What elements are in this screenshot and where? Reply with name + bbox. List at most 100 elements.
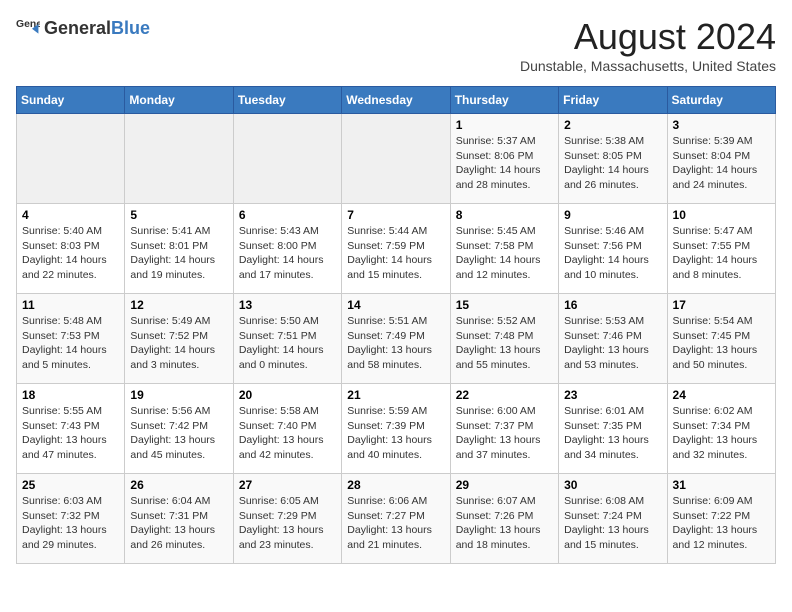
day-number: 5	[130, 208, 227, 222]
day-info: Sunrise: 5:49 AM Sunset: 7:52 PM Dayligh…	[130, 314, 227, 373]
day-info: Sunrise: 5:59 AM Sunset: 7:39 PM Dayligh…	[347, 404, 444, 463]
day-number: 20	[239, 388, 336, 402]
calendar-cell: 27 Sunrise: 6:05 AM Sunset: 7:29 PM Dayli…	[233, 474, 341, 564]
day-info: Sunrise: 5:44 AM Sunset: 7:59 PM Dayligh…	[347, 224, 444, 283]
day-info: Sunrise: 5:37 AM Sunset: 8:06 PM Dayligh…	[456, 134, 553, 193]
calendar-cell: 7 Sunrise: 5:44 AM Sunset: 7:59 PM Daylig…	[342, 204, 450, 294]
day-info: Sunrise: 6:09 AM Sunset: 7:22 PM Dayligh…	[673, 494, 770, 553]
day-info: Sunrise: 5:40 AM Sunset: 8:03 PM Dayligh…	[22, 224, 119, 283]
calendar-cell: 30 Sunrise: 6:08 AM Sunset: 7:24 PM Dayli…	[559, 474, 667, 564]
day-number: 28	[347, 478, 444, 492]
day-number: 14	[347, 298, 444, 312]
day-info: Sunrise: 5:50 AM Sunset: 7:51 PM Dayligh…	[239, 314, 336, 373]
day-number: 9	[564, 208, 661, 222]
day-info: Sunrise: 6:01 AM Sunset: 7:35 PM Dayligh…	[564, 404, 661, 463]
day-number: 12	[130, 298, 227, 312]
header-friday: Friday	[559, 87, 667, 114]
day-number: 26	[130, 478, 227, 492]
day-info: Sunrise: 5:51 AM Sunset: 7:49 PM Dayligh…	[347, 314, 444, 373]
calendar-cell: 4Sunrise: 5:40 AM Sunset: 8:03 PM Daylig…	[17, 204, 125, 294]
day-info: Sunrise: 5:45 AM Sunset: 7:58 PM Dayligh…	[456, 224, 553, 283]
day-number: 6	[239, 208, 336, 222]
calendar-cell: 17 Sunrise: 5:54 AM Sunset: 7:45 PM Dayli…	[667, 294, 775, 384]
calendar-cell: 31Sunrise: 6:09 AM Sunset: 7:22 PM Dayli…	[667, 474, 775, 564]
day-info: Sunrise: 6:04 AM Sunset: 7:31 PM Dayligh…	[130, 494, 227, 553]
day-info: Sunrise: 6:00 AM Sunset: 7:37 PM Dayligh…	[456, 404, 553, 463]
calendar-cell: 23 Sunrise: 6:01 AM Sunset: 7:35 PM Dayli…	[559, 384, 667, 474]
day-info: Sunrise: 5:48 AM Sunset: 7:53 PM Dayligh…	[22, 314, 119, 373]
day-number: 11	[22, 298, 119, 312]
day-info: Sunrise: 6:02 AM Sunset: 7:34 PM Dayligh…	[673, 404, 770, 463]
calendar-cell: 18Sunrise: 5:55 AM Sunset: 7:43 PM Dayli…	[17, 384, 125, 474]
calendar-cell: 19 Sunrise: 5:56 AM Sunset: 7:42 PM Dayli…	[125, 384, 233, 474]
day-number: 23	[564, 388, 661, 402]
calendar-cell: 15 Sunrise: 5:52 AM Sunset: 7:48 PM Dayli…	[450, 294, 558, 384]
day-number: 2	[564, 118, 661, 132]
calendar-cell: 12 Sunrise: 5:49 AM Sunset: 7:52 PM Dayli…	[125, 294, 233, 384]
day-info: Sunrise: 6:06 AM Sunset: 7:27 PM Dayligh…	[347, 494, 444, 553]
day-info: Sunrise: 5:46 AM Sunset: 7:56 PM Dayligh…	[564, 224, 661, 283]
day-number: 16	[564, 298, 661, 312]
day-number: 25	[22, 478, 119, 492]
calendar-cell: 24 Sunrise: 6:02 AM Sunset: 7:34 PM Dayli…	[667, 384, 775, 474]
header-saturday: Saturday	[667, 87, 775, 114]
day-number: 19	[130, 388, 227, 402]
day-info: Sunrise: 5:41 AM Sunset: 8:01 PM Dayligh…	[130, 224, 227, 283]
header-wednesday: Wednesday	[342, 87, 450, 114]
day-info: Sunrise: 5:54 AM Sunset: 7:45 PM Dayligh…	[673, 314, 770, 373]
day-info: Sunrise: 5:56 AM Sunset: 7:42 PM Dayligh…	[130, 404, 227, 463]
calendar-week-2: 4Sunrise: 5:40 AM Sunset: 8:03 PM Daylig…	[17, 204, 776, 294]
day-number: 27	[239, 478, 336, 492]
calendar-cell: 13 Sunrise: 5:50 AM Sunset: 7:51 PM Dayli…	[233, 294, 341, 384]
calendar-cell: 10 Sunrise: 5:47 AM Sunset: 7:55 PM Dayli…	[667, 204, 775, 294]
logo-general-text: General	[44, 18, 111, 38]
calendar-cell: 8Sunrise: 5:45 AM Sunset: 7:58 PM Daylig…	[450, 204, 558, 294]
day-info: Sunrise: 5:38 AM Sunset: 8:05 PM Dayligh…	[564, 134, 661, 193]
day-info: Sunrise: 6:05 AM Sunset: 7:29 PM Dayligh…	[239, 494, 336, 553]
day-info: Sunrise: 5:53 AM Sunset: 7:46 PM Dayligh…	[564, 314, 661, 373]
day-info: Sunrise: 5:58 AM Sunset: 7:40 PM Dayligh…	[239, 404, 336, 463]
calendar-cell: 28 Sunrise: 6:06 AM Sunset: 7:27 PM Dayli…	[342, 474, 450, 564]
day-number: 3	[673, 118, 770, 132]
calendar-cell: 9 Sunrise: 5:46 AM Sunset: 7:56 PM Daylig…	[559, 204, 667, 294]
day-info: Sunrise: 5:55 AM Sunset: 7:43 PM Dayligh…	[22, 404, 119, 463]
day-number: 30	[564, 478, 661, 492]
calendar-week-1: 1Sunrise: 5:37 AM Sunset: 8:06 PM Daylig…	[17, 114, 776, 204]
calendar-cell: 2 Sunrise: 5:38 AM Sunset: 8:05 PM Daylig…	[559, 114, 667, 204]
day-info: Sunrise: 6:03 AM Sunset: 7:32 PM Dayligh…	[22, 494, 119, 553]
day-info: Sunrise: 5:52 AM Sunset: 7:48 PM Dayligh…	[456, 314, 553, 373]
day-info: Sunrise: 6:08 AM Sunset: 7:24 PM Dayligh…	[564, 494, 661, 553]
calendar-cell: 3 Sunrise: 5:39 AM Sunset: 8:04 PM Daylig…	[667, 114, 775, 204]
calendar-cell: 21 Sunrise: 5:59 AM Sunset: 7:39 PM Dayli…	[342, 384, 450, 474]
page-header: General GeneralBlue August 2024 Dunstabl…	[16, 16, 776, 74]
day-number: 24	[673, 388, 770, 402]
calendar-week-4: 18Sunrise: 5:55 AM Sunset: 7:43 PM Dayli…	[17, 384, 776, 474]
calendar-week-5: 25 Sunrise: 6:03 AM Sunset: 7:32 PM Dayli…	[17, 474, 776, 564]
day-info: Sunrise: 5:47 AM Sunset: 7:55 PM Dayligh…	[673, 224, 770, 283]
calendar-body: 1Sunrise: 5:37 AM Sunset: 8:06 PM Daylig…	[17, 114, 776, 564]
day-info: Sunrise: 6:07 AM Sunset: 7:26 PM Dayligh…	[456, 494, 553, 553]
day-info: Sunrise: 5:39 AM Sunset: 8:04 PM Dayligh…	[673, 134, 770, 193]
day-number: 15	[456, 298, 553, 312]
day-number: 21	[347, 388, 444, 402]
logo-blue-text: Blue	[111, 18, 150, 38]
calendar-cell: 11 Sunrise: 5:48 AM Sunset: 7:53 PM Dayli…	[17, 294, 125, 384]
calendar-cell: 6 Sunrise: 5:43 AM Sunset: 8:00 PM Daylig…	[233, 204, 341, 294]
day-number: 22	[456, 388, 553, 402]
calendar-cell: 22 Sunrise: 6:00 AM Sunset: 7:37 PM Dayli…	[450, 384, 558, 474]
calendar-cell	[233, 114, 341, 204]
logo: General GeneralBlue	[16, 16, 150, 40]
calendar-cell: 26 Sunrise: 6:04 AM Sunset: 7:31 PM Dayli…	[125, 474, 233, 564]
day-number: 7	[347, 208, 444, 222]
calendar-cell: 20 Sunrise: 5:58 AM Sunset: 7:40 PM Dayli…	[233, 384, 341, 474]
day-number: 10	[673, 208, 770, 222]
calendar-cell: 25 Sunrise: 6:03 AM Sunset: 7:32 PM Dayli…	[17, 474, 125, 564]
calendar-cell: 1Sunrise: 5:37 AM Sunset: 8:06 PM Daylig…	[450, 114, 558, 204]
calendar-cell	[125, 114, 233, 204]
day-number: 13	[239, 298, 336, 312]
calendar-cell	[17, 114, 125, 204]
day-info: Sunrise: 5:43 AM Sunset: 8:00 PM Dayligh…	[239, 224, 336, 283]
day-number: 17	[673, 298, 770, 312]
logo-icon: General	[16, 16, 40, 40]
title-section: August 2024 Dunstable, Massachusetts, Un…	[520, 16, 776, 74]
